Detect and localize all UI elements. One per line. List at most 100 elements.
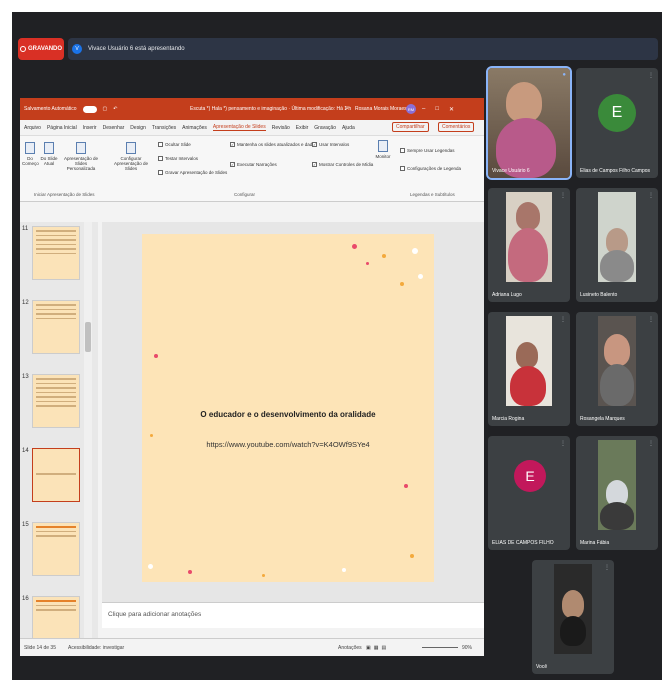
participant-tile-marina[interactable]: ⋮ Marina Fábia [576,436,658,550]
slide-thumbnail[interactable] [32,596,80,642]
current-slide[interactable]: O educador e o desenvolvimento da oralid… [142,234,434,582]
participant-tile-self[interactable]: ⋮ Você [532,560,614,674]
participant-tile-vivace[interactable]: ● Vivace Usuário 6 [486,66,572,180]
participant-tile-marcia[interactable]: ⋮ Marcia Rogina [488,312,570,426]
participant-avatar: E [514,460,546,492]
slide-link[interactable]: https://www.youtube.com/watch?v=K4OWf9SY… [142,440,434,449]
search-icon[interactable]: ⌕ [345,105,349,113]
presenter-avatar: V [72,44,82,54]
from-current-button[interactable]: Do Slide Atual [40,142,58,166]
caption-settings-button[interactable]: Configurações de Legenda [400,166,461,171]
more-options-icon[interactable]: ⋮ [560,316,566,323]
notes-pane[interactable]: Clique para adicionar anotações [102,602,484,628]
more-options-icon[interactable]: ⋮ [604,564,610,571]
participant-name: Marina Fábia [580,540,610,546]
more-options-icon[interactable]: ⋮ [560,192,566,199]
recording-label: GRAVANDO [27,46,63,52]
menu-pagina-inicial[interactable]: Página Inicial [47,125,77,131]
menu-arquivo[interactable]: Arquivo [24,125,41,131]
participant-tile-elias-filho[interactable]: E ⋮ ELIAS DE CAMPOS FILHO [488,436,570,550]
autosave-toggle[interactable] [82,105,97,113]
captions-icon [400,166,405,171]
media-controls-checkbox[interactable]: ✓ Mostrar Controles de Mídia [312,162,373,167]
view-buttons[interactable]: ▣▦▤ [366,645,389,651]
user-name: Rosana Morais Moraes [355,106,407,112]
slide-thumbnail[interactable] [32,300,80,354]
participant-name: Você [536,664,548,670]
thumbnail-scrollbar[interactable] [84,222,92,642]
comments-button[interactable]: Comentários [438,122,475,132]
from-start-button[interactable]: Do Começo [22,142,39,166]
slide-thumbnail[interactable] [32,226,80,280]
more-options-icon[interactable]: ⋮ [560,440,566,447]
slide-thumbnail-selected[interactable] [32,448,80,502]
keep-updated-checkbox[interactable]: ✓ Mantenha os slides atualizados e dados [230,142,317,147]
more-options-icon[interactable]: ⋮ [648,72,654,79]
menu-transicoes[interactable]: Transições [152,125,176,131]
participant-name: Marcia Rogina [492,416,525,422]
hide-slide-button[interactable]: Ocultar Slide [158,142,191,147]
participant-tile-elias[interactable]: E ⋮ Elias de Campos Filho Campos [576,68,658,178]
menu-desenhar[interactable]: Desenhar [103,125,125,131]
zoom-slider[interactable] [422,647,458,648]
participant-tile-lusineto[interactable]: ⋮ Lusineto Balento [576,188,658,302]
rehearse-button[interactable]: Testar Intervalos [158,156,198,161]
slide-editor: O educador e o desenvolvimento da oralid… [102,222,484,602]
play-narrations-checkbox[interactable]: ✓ Executar Narrações [230,162,277,167]
always-captions-checkbox[interactable]: Sempre Usar Legendas [400,148,455,153]
slide-thumbnails-pane: 11 12 13 14 15 16 [20,222,98,642]
presenting-banner: V Vivace Usuário 6 está apresentando [68,38,658,60]
participant-name: Lusineto Balento [580,292,618,298]
minimize-icon[interactable]: – [422,106,425,113]
group-start-label: Iniciar Apresentação de Slides [34,192,95,197]
more-options-icon[interactable]: ⋮ [648,440,654,447]
menu-design[interactable]: Design [130,125,146,131]
ppt-menu-bar: Arquivo Página Inicial Inserir Desenhar … [20,120,484,136]
menu-gravacao[interactable]: Gravação [314,125,336,131]
group-captions-label: Legendas e Subtítulos [410,192,455,197]
undo-icon[interactable]: ↶ [113,106,117,112]
user-avatar[interactable]: RM [406,104,416,114]
more-options-icon[interactable]: ⋮ [648,192,654,199]
setup-icon [126,142,136,154]
record-show-button[interactable]: Gravar Apresentação de Slides [158,170,227,175]
meet-window: GRAVANDO V Vivace Usuário 6 está apresen… [12,12,662,680]
participant-tile-adriana[interactable]: ⋮ Adriana Lugo [488,188,570,302]
accessibility-status[interactable]: Acessibilidade: investigar [68,645,124,651]
participant-avatar: E [598,94,636,132]
participant-name: Adriana Lugo [492,292,522,298]
participant-name: Rosangela Marques [580,416,625,422]
setup-show-button[interactable]: Configurar Apresentação de Slides [108,142,154,171]
slide-counter: Slide 14 de 35 [24,644,56,651]
notes-toggle-button[interactable]: Anotações [338,645,362,651]
slideshow-icon [25,142,35,154]
custom-show-icon [76,142,86,154]
autosave-label: Salvamento Automático [24,106,77,112]
hide-slide-icon [158,142,163,147]
save-icon[interactable]: ▢ [103,106,108,112]
slide-title: O educador e o desenvolvimento da oralid… [200,410,376,419]
meet-topbar: GRAVANDO V Vivace Usuário 6 está apresen… [12,24,662,64]
slide-thumbnail[interactable] [32,522,80,576]
monitor-icon [378,140,388,152]
menu-animacoes[interactable]: Animações [182,125,207,131]
custom-show-button[interactable]: Apresentação de Slides Personalizada [60,142,102,171]
speaking-icon: ● [562,72,566,78]
participant-tile-rosangela[interactable]: ⋮ Rosangela Marques [576,312,658,426]
use-timings-checkbox[interactable]: ✓ Usar Intervalos [312,142,349,147]
maximize-icon[interactable]: □ [435,106,439,113]
monitor-button[interactable]: Monitor [372,140,394,159]
menu-ajuda[interactable]: Ajuda [342,125,355,131]
group-setup-label: Configurar [234,192,256,197]
record-show-icon [158,170,163,175]
menu-exibir[interactable]: Exibir [296,125,309,131]
menu-inserir[interactable]: Inserir [83,125,97,131]
close-icon[interactable]: ✕ [449,106,454,113]
share-button[interactable]: Compartilhar [392,122,429,132]
zoom-level[interactable]: 90% [462,645,472,651]
slide-thumbnail[interactable] [32,374,80,428]
menu-revisao[interactable]: Revisão [272,125,290,131]
more-options-icon[interactable]: ⋮ [648,316,654,323]
participant-name: Elias de Campos Filho Campos [580,168,651,174]
menu-apresentacao[interactable]: Apresentação de Slides [212,124,266,131]
